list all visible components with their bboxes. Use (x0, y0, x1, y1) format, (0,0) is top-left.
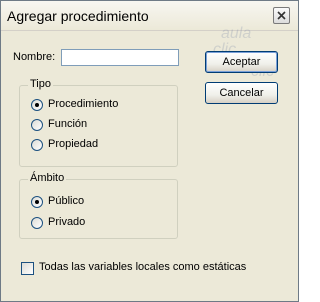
accept-button[interactable]: Aceptar (205, 51, 278, 73)
static-variables-checkbox[interactable] (21, 262, 34, 275)
radio-button[interactable] (31, 196, 43, 208)
close-icon (277, 11, 286, 20)
close-button[interactable] (273, 7, 290, 24)
radio-label: Privado (48, 216, 86, 228)
radio-button[interactable] (31, 99, 43, 111)
name-label: Nombre: (13, 51, 56, 63)
checkbox-label: Todas las variables locales como estátic… (39, 261, 247, 273)
cancel-button[interactable]: Cancelar (205, 82, 278, 104)
radio-selected-dot (35, 103, 39, 107)
tipo-group: Tipo Procedimiento Función Propiedad (19, 78, 178, 167)
radio-label: Propiedad (48, 138, 99, 150)
ambito-group: Ámbito Público Privado (19, 172, 178, 239)
ambito-legend: Ámbito (28, 172, 67, 184)
radio-button[interactable] (31, 119, 43, 131)
radio-button[interactable] (31, 139, 43, 151)
radio-selected-dot (35, 200, 39, 204)
radio-label: Procedimiento (48, 98, 119, 110)
tipo-legend: Tipo (28, 78, 53, 90)
radio-label: Función (48, 118, 88, 130)
radio-button[interactable] (31, 217, 43, 229)
name-input[interactable] (61, 49, 179, 66)
radio-label: Público (48, 195, 85, 207)
add-procedure-dialog: Agregar procedimiento aula clic clic Nom… (0, 0, 299, 302)
dialog-title: Agregar procedimiento (7, 8, 149, 24)
